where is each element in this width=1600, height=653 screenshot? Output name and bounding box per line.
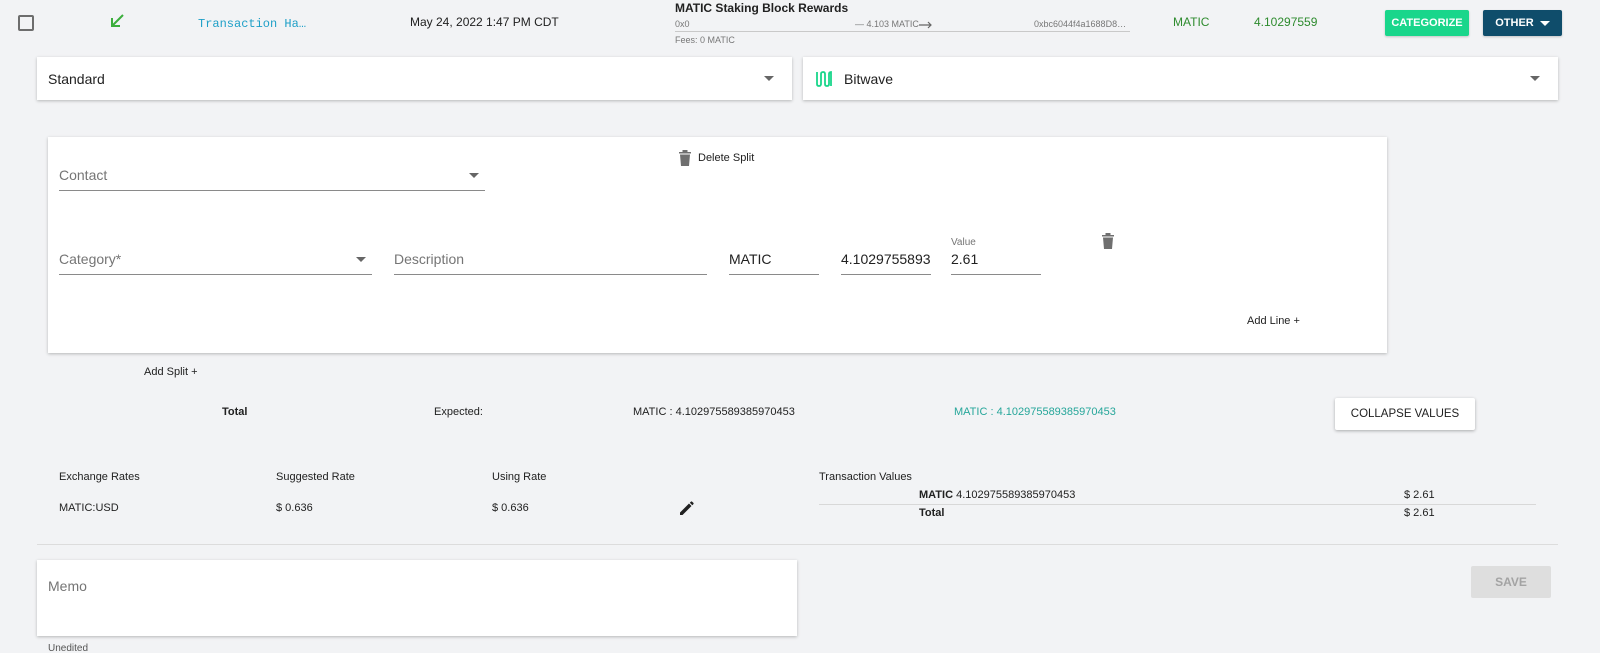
chevron-down-icon (356, 257, 366, 262)
select-checkbox[interactable] (18, 15, 34, 31)
source-select[interactable]: Bitwave (803, 57, 1558, 100)
amount-input[interactable]: 4.102975589385970453 (841, 239, 931, 275)
category-select[interactable]: Category* (59, 239, 372, 275)
from-address: 0x0 (675, 19, 690, 29)
currency-value: MATIC (729, 251, 772, 267)
contact-select[interactable]: Contact (59, 155, 485, 191)
flow-amount: — 4.103 MATIC (855, 19, 933, 29)
split-card: Delete Split Contact Category* Descripti… (48, 137, 1387, 353)
tv-currency: MATIC (919, 489, 954, 501)
rate-pair: MATIC:USD (59, 502, 119, 514)
category-placeholder: Category* (59, 251, 122, 267)
transaction-hash-link[interactable]: Transaction Ha… (198, 17, 306, 31)
transaction-date: May 24, 2022 1:47 PM CDT (410, 15, 559, 29)
contact-placeholder: Contact (59, 167, 108, 183)
right-arrow-icon (918, 21, 932, 29)
transaction-type-select[interactable]: Standard (37, 57, 792, 100)
tv-total-value: $ 2.61 (1404, 507, 1435, 519)
delete-line-trash-icon[interactable] (1101, 232, 1115, 250)
incoming-arrow-icon (111, 14, 124, 27)
transaction-type-value: Standard (48, 70, 105, 87)
tv-divider (819, 504, 1536, 505)
expected-value: MATIC : 4.102975589385970453 (633, 406, 795, 418)
transaction-row: Transaction Ha… May 24, 2022 1:47 PM CDT… (0, 0, 1600, 47)
exchange-rates-header: Exchange Rates (59, 471, 140, 483)
suggested-rate-value: $ 0.636 (276, 502, 313, 514)
add-split-button[interactable]: Add Split + (144, 366, 198, 378)
other-label: OTHER (1495, 17, 1534, 29)
transaction-amount: 4.10297559 (1254, 15, 1318, 29)
suggested-rate-header: Suggested Rate (276, 471, 355, 483)
collapse-values-button[interactable]: COLLAPSE VALUES (1335, 398, 1475, 430)
edit-pencil-icon[interactable] (678, 499, 696, 517)
tv-row: MATIC 4.102975589385970453 (919, 489, 1075, 501)
actual-value: MATIC : 4.102975589385970453 (954, 406, 1116, 418)
save-button[interactable]: SAVE (1471, 566, 1551, 598)
fees-text: Fees: 0 MATIC (675, 35, 735, 45)
description-input[interactable]: Description (394, 239, 707, 275)
transaction-currency: MATIC (1173, 15, 1210, 29)
value-input[interactable]: Value 2.61 (951, 237, 1041, 275)
chevron-down-icon (469, 173, 479, 178)
delete-split-label: Delete Split (698, 152, 755, 164)
expected-label: Expected: (434, 406, 483, 418)
using-rate-header: Using Rate (492, 471, 547, 483)
amount-value: 4.102975589385970453 (841, 251, 931, 267)
other-dropdown-button[interactable]: OTHER (1483, 10, 1562, 36)
flow-divider (675, 31, 1130, 32)
memo-status: Unedited (48, 643, 89, 653)
transaction-values-header: Transaction Values (819, 471, 912, 483)
source-value: Bitwave (844, 70, 894, 87)
tv-amount: 4.102975589385970453 (956, 489, 1076, 501)
chevron-down-icon (1530, 76, 1540, 81)
tv-value: $ 2.61 (1404, 489, 1435, 501)
using-rate-value: $ 0.636 (492, 502, 529, 514)
trash-icon (679, 150, 691, 166)
to-address: 0xbc6044f4a1688D8… (1034, 19, 1127, 29)
transaction-title: MATIC Staking Block Rewards (675, 1, 849, 15)
add-line-button[interactable]: Add Line + (1247, 315, 1300, 327)
bitwave-logo-icon (816, 70, 832, 87)
memo-field[interactable]: Memo (37, 560, 797, 636)
total-label: Total (222, 406, 248, 418)
tv-total-label: Total (919, 507, 945, 519)
chevron-down-icon (764, 76, 774, 81)
chevron-down-icon (1539, 20, 1550, 26)
delete-split-button[interactable]: Delete Split (678, 149, 754, 167)
section-divider (37, 544, 1558, 545)
memo-placeholder: Memo (48, 578, 87, 594)
categorize-button[interactable]: CATEGORIZE (1385, 10, 1469, 36)
description-placeholder: Description (394, 251, 465, 267)
value-amount: 2.61 (951, 251, 979, 267)
currency-input[interactable]: MATIC (729, 239, 819, 275)
value-label: Value (951, 237, 976, 248)
